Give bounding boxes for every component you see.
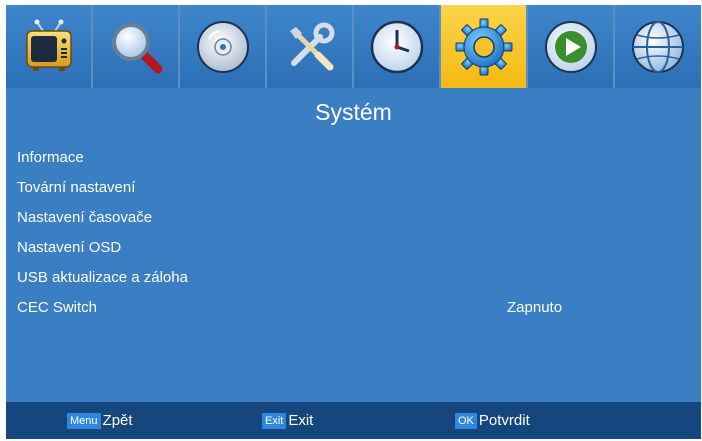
globe-icon [632, 20, 684, 73]
tab-play[interactable] [528, 5, 613, 88]
menu-key-badge: Menu [67, 412, 101, 429]
tab-time[interactable] [354, 5, 439, 88]
clock-icon [370, 20, 423, 73]
page-title: Systém [315, 99, 392, 125]
menu-item-osd-settings[interactable]: Nastavení OSD [17, 233, 687, 263]
tv-icon [25, 19, 72, 71]
tab-tv[interactable] [6, 5, 91, 88]
play-icon [544, 20, 597, 73]
disc-icon [196, 20, 249, 73]
menu-item-label: Nastavení OSD [17, 239, 122, 256]
help-bar: Menu Zpět Exit Exit OK Potvrdit [6, 402, 701, 439]
gear-icon [455, 18, 512, 75]
menu-item-cec-switch[interactable]: CEC Switch Zapnuto [17, 293, 687, 323]
menu-item-label: Informace [17, 149, 84, 166]
tab-system[interactable] [441, 5, 526, 88]
tab-network[interactable] [615, 5, 701, 88]
menu-item-label: Nastavení časovače [17, 209, 153, 226]
menu-item-factory-reset[interactable]: Tovární nastavení [17, 173, 687, 203]
menu-item-timer-settings[interactable]: Nastavení časovače [17, 203, 687, 233]
back-label: Zpět [102, 412, 133, 429]
exit-key-badge: Exit [262, 412, 287, 429]
exit-label: Exit [288, 412, 314, 429]
tab-search[interactable] [93, 5, 178, 88]
menu-item-usb-update-backup[interactable]: USB aktualizace a záloha [17, 263, 687, 293]
ok-key-badge: OK [455, 412, 477, 429]
tab-media[interactable] [180, 5, 265, 88]
menu-item-label: Tovární nastavení [17, 179, 136, 196]
confirm-label: Potvrdit [478, 412, 530, 429]
cec-switch-value[interactable]: Zapnuto [507, 293, 562, 323]
hint-back[interactable]: Menu Zpět [67, 402, 133, 439]
search-icon [111, 22, 162, 73]
menu-item-label: USB aktualizace a záloha [17, 269, 188, 286]
menu-item-informace[interactable]: Informace [17, 143, 687, 173]
menu-item-label: CEC Switch [17, 299, 98, 316]
hint-exit[interactable]: Exit Exit [262, 402, 313, 439]
system-menu-screen: Systém Informace Tovární nastavení Nasta… [6, 5, 701, 439]
tools-icon [289, 22, 334, 70]
hint-ok[interactable]: OK Potvrdit [455, 402, 530, 439]
main-menu-tabbar [6, 5, 701, 88]
system-settings-list: Informace Tovární nastavení Nastavení ča… [17, 143, 687, 323]
tab-installation[interactable] [267, 5, 352, 88]
